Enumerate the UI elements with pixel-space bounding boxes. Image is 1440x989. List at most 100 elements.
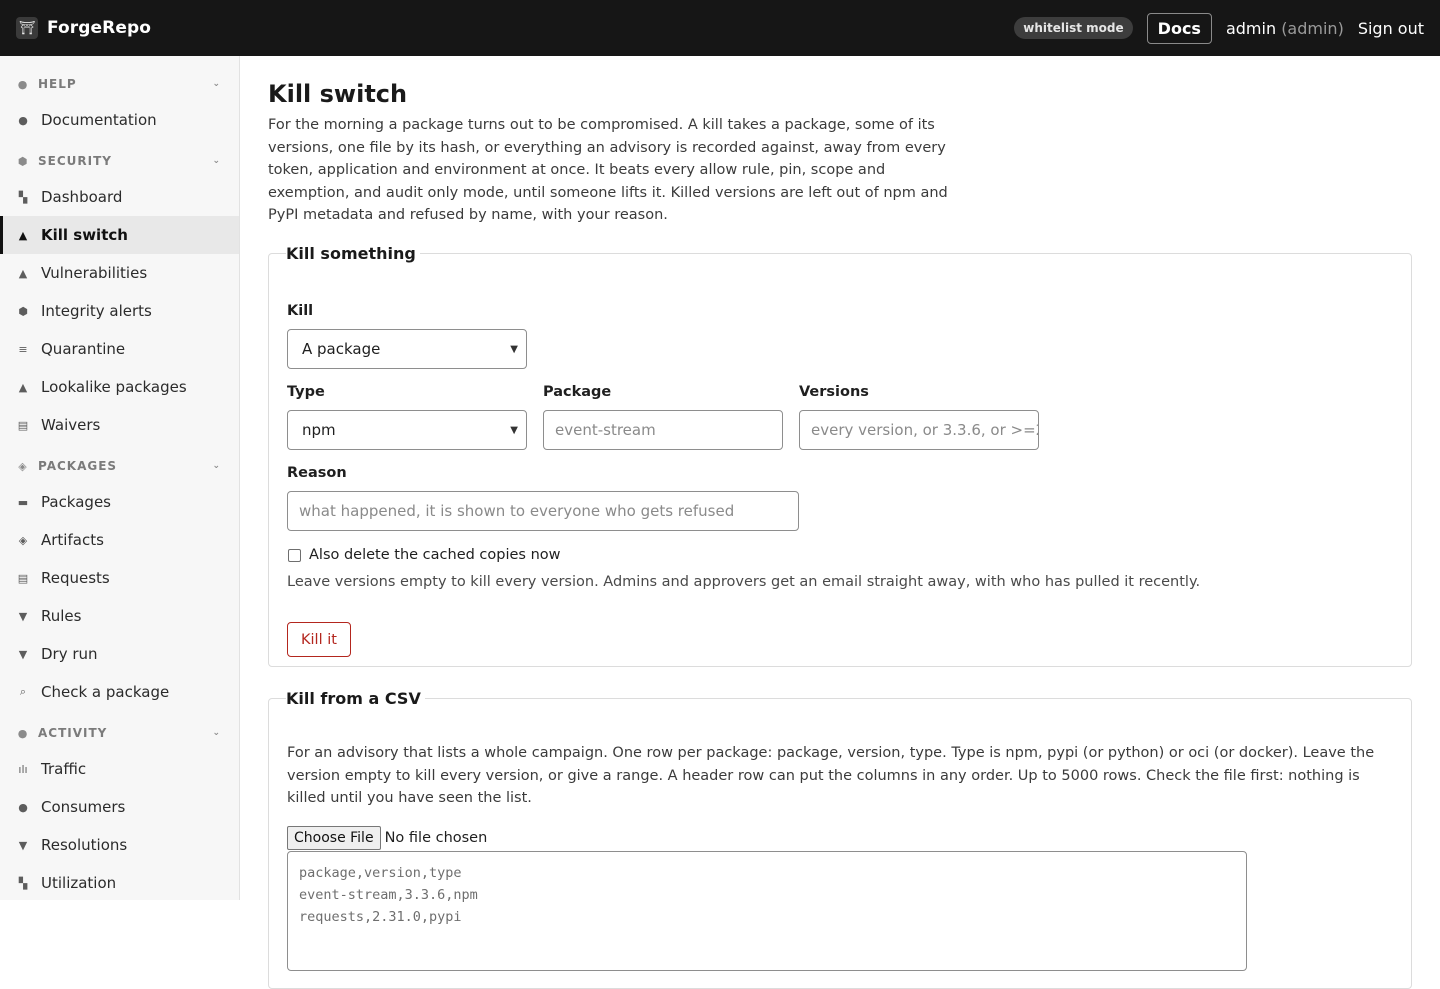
chevron-down-icon: ⌄ [212, 79, 221, 89]
shield-icon: ⬢ [18, 304, 28, 318]
sidebar-section-security[interactable]: ⬢ SECURITY ⌄ [0, 142, 239, 180]
sidebar-item-traffic[interactable]: ılı Traffic [0, 750, 239, 788]
sidebar-section-activity[interactable]: ● ACTIVITY ⌄ [0, 714, 239, 752]
package-placeholder: event-stream [555, 421, 656, 439]
sidebar: ● HELP ⌄ ● Documentation ⬢ SECURITY ⌄ ▚ … [0, 56, 240, 900]
kill-target-select[interactable]: A package ▼ [287, 329, 527, 369]
chevron-down-icon: ⌄ [212, 461, 221, 471]
document-icon: ▤ [17, 571, 29, 585]
package-input[interactable]: event-stream [543, 410, 783, 450]
sidebar-item-label: Kill switch [41, 226, 128, 244]
brand[interactable]: ⛩ ForgeRepo [16, 17, 151, 39]
reason-input[interactable]: what happened, it is shown to everyone w… [287, 491, 799, 531]
package-label: Package [543, 384, 612, 400]
docs-button[interactable]: Docs [1146, 12, 1212, 44]
kill-it-button[interactable]: Kill it [287, 622, 351, 657]
sidebar-section-label: PACKAGES [38, 459, 118, 473]
sidebar-item-kill-switch[interactable]: ▲ Kill switch [0, 216, 239, 254]
sidebar-item-integrity-alerts[interactable]: ⬢ Integrity alerts [0, 292, 239, 330]
page-description: For the morning a package turns out to b… [268, 117, 948, 223]
csv-textarea[interactable]: package,version,type event-stream,3.3.6,… [287, 851, 1247, 971]
kill-hint: Leave versions empty to kill every versi… [287, 574, 1201, 590]
layers-icon: ◈ [18, 533, 28, 547]
sidebar-item-dry-run[interactable]: ▼ Dry run [0, 635, 239, 673]
sidebar-item-label: Consumers [41, 798, 126, 816]
type-label: Type [287, 384, 325, 400]
sidebar-item-label: Check a package [41, 683, 170, 701]
delete-cache-label: Also delete the cached copies now [309, 547, 561, 563]
delete-cache-option[interactable]: Also delete the cached copies now [288, 547, 561, 563]
user-menu[interactable]: admin (admin) [1226, 19, 1344, 38]
kill-target-value: A package [302, 340, 381, 358]
page-title: Kill switch [268, 80, 408, 108]
sidebar-item-utilization[interactable]: ▚ Utilization [0, 864, 239, 900]
warning-icon: ▲ [18, 380, 28, 394]
sidebar-item-label: Dry run [41, 645, 98, 663]
sidebar-item-packages[interactable]: ▬ Packages [0, 483, 239, 521]
shield-icon: ⬢ [17, 154, 29, 168]
user-name: admin [1225, 18, 1277, 38]
csv-placeholder-line: requests,2.31.0,pypi [299, 909, 462, 925]
choose-file-button[interactable]: Choose File [287, 826, 381, 850]
kill-from-csv-card: Kill from a CSV For an advisory that lis… [268, 689, 1412, 989]
sidebar-item-label: Integrity alerts [41, 302, 152, 320]
reason-placeholder: what happened, it is shown to everyone w… [299, 502, 735, 520]
reason-label: Reason [287, 465, 347, 481]
sidebar-item-vulnerabilities[interactable]: ▲ Vulnerabilities [0, 254, 239, 292]
file-status: No file chosen [384, 830, 488, 846]
sidebar-item-label: Documentation [41, 111, 157, 129]
chevron-down-icon: ⌄ [212, 728, 221, 738]
sidebar-section-packages[interactable]: ◈ PACKAGES ⌄ [0, 447, 239, 485]
document-icon: ▤ [17, 418, 29, 432]
sidebar-item-documentation[interactable]: ● Documentation [0, 101, 239, 139]
sidebar-item-rules[interactable]: ▼ Rules [0, 597, 239, 635]
sidebar-section-label: SECURITY [38, 154, 112, 168]
type-select[interactable]: npm ▼ [287, 410, 527, 450]
csv-placeholder-line: package,version,type [299, 865, 462, 881]
mode-badge: whitelist mode [1014, 17, 1133, 39]
warning-icon: ▲ [18, 266, 28, 280]
versions-placeholder: every version, or 3.3.6, or >=2.0 [811, 421, 1039, 439]
versions-label: Versions [799, 384, 869, 400]
sidebar-item-dashboard[interactable]: ▚ Dashboard [0, 178, 239, 216]
filter-icon: ▼ [18, 647, 28, 661]
user-icon: ● [18, 800, 28, 814]
chevron-down-icon: ▼ [510, 424, 518, 436]
sidebar-item-artifacts[interactable]: ◈ Artifacts [0, 521, 239, 559]
delete-cache-checkbox[interactable] [288, 548, 301, 562]
sidebar-item-quarantine[interactable]: ≡ Quarantine [0, 330, 239, 368]
chevron-down-icon: ⌄ [212, 156, 221, 166]
sidebar-item-consumers[interactable]: ● Consumers [0, 788, 239, 826]
type-value: npm [302, 421, 336, 439]
sidebar-item-resolutions[interactable]: ▼ Resolutions [0, 826, 239, 864]
sidebar-item-label: Utilization [41, 874, 117, 892]
brand-name: ForgeRepo [47, 18, 152, 38]
versions-input[interactable]: every version, or 3.3.6, or >=2.0 [799, 410, 1039, 450]
sidebar-section-label: HELP [38, 77, 77, 91]
sidebar-item-label: Lookalike packages [41, 378, 187, 396]
warning-icon: ▲ [18, 228, 28, 242]
sign-out-link[interactable]: Sign out [1358, 19, 1424, 38]
sidebar-item-lookalike-packages[interactable]: ▲ Lookalike packages [0, 368, 239, 406]
filter-icon: ▼ [18, 609, 28, 623]
info-icon: ● [18, 113, 28, 127]
sidebar-item-check-a-package[interactable]: ⌕ Check a package [0, 673, 239, 711]
top-right-controls: whitelist mode Docs admin (admin) Sign o… [1014, 12, 1424, 44]
user-role: (admin) [1281, 18, 1344, 38]
chevron-down-icon: ▼ [510, 343, 518, 355]
sidebar-item-label: Rules [41, 607, 82, 625]
sidebar-item-label: Artifacts [41, 531, 104, 549]
sidebar-section-help[interactable]: ● HELP ⌄ [0, 65, 239, 103]
sidebar-item-label: Requests [41, 569, 110, 587]
clock-icon: ● [17, 726, 29, 740]
search-icon: ⌕ [19, 685, 27, 698]
filter-icon: ▼ [18, 838, 28, 852]
kill-something-card: Kill something Kill A package ▼ Type npm… [268, 244, 1412, 667]
info-icon: ● [17, 77, 29, 91]
sidebar-item-waivers[interactable]: ▤ Waivers [0, 406, 239, 444]
archive-icon: ▬ [17, 495, 29, 509]
sidebar-item-requests[interactable]: ▤ Requests [0, 559, 239, 597]
grid-icon: ▚ [18, 876, 28, 890]
sidebar-section-label: ACTIVITY [38, 726, 108, 740]
sidebar-item-label: Quarantine [41, 340, 126, 358]
